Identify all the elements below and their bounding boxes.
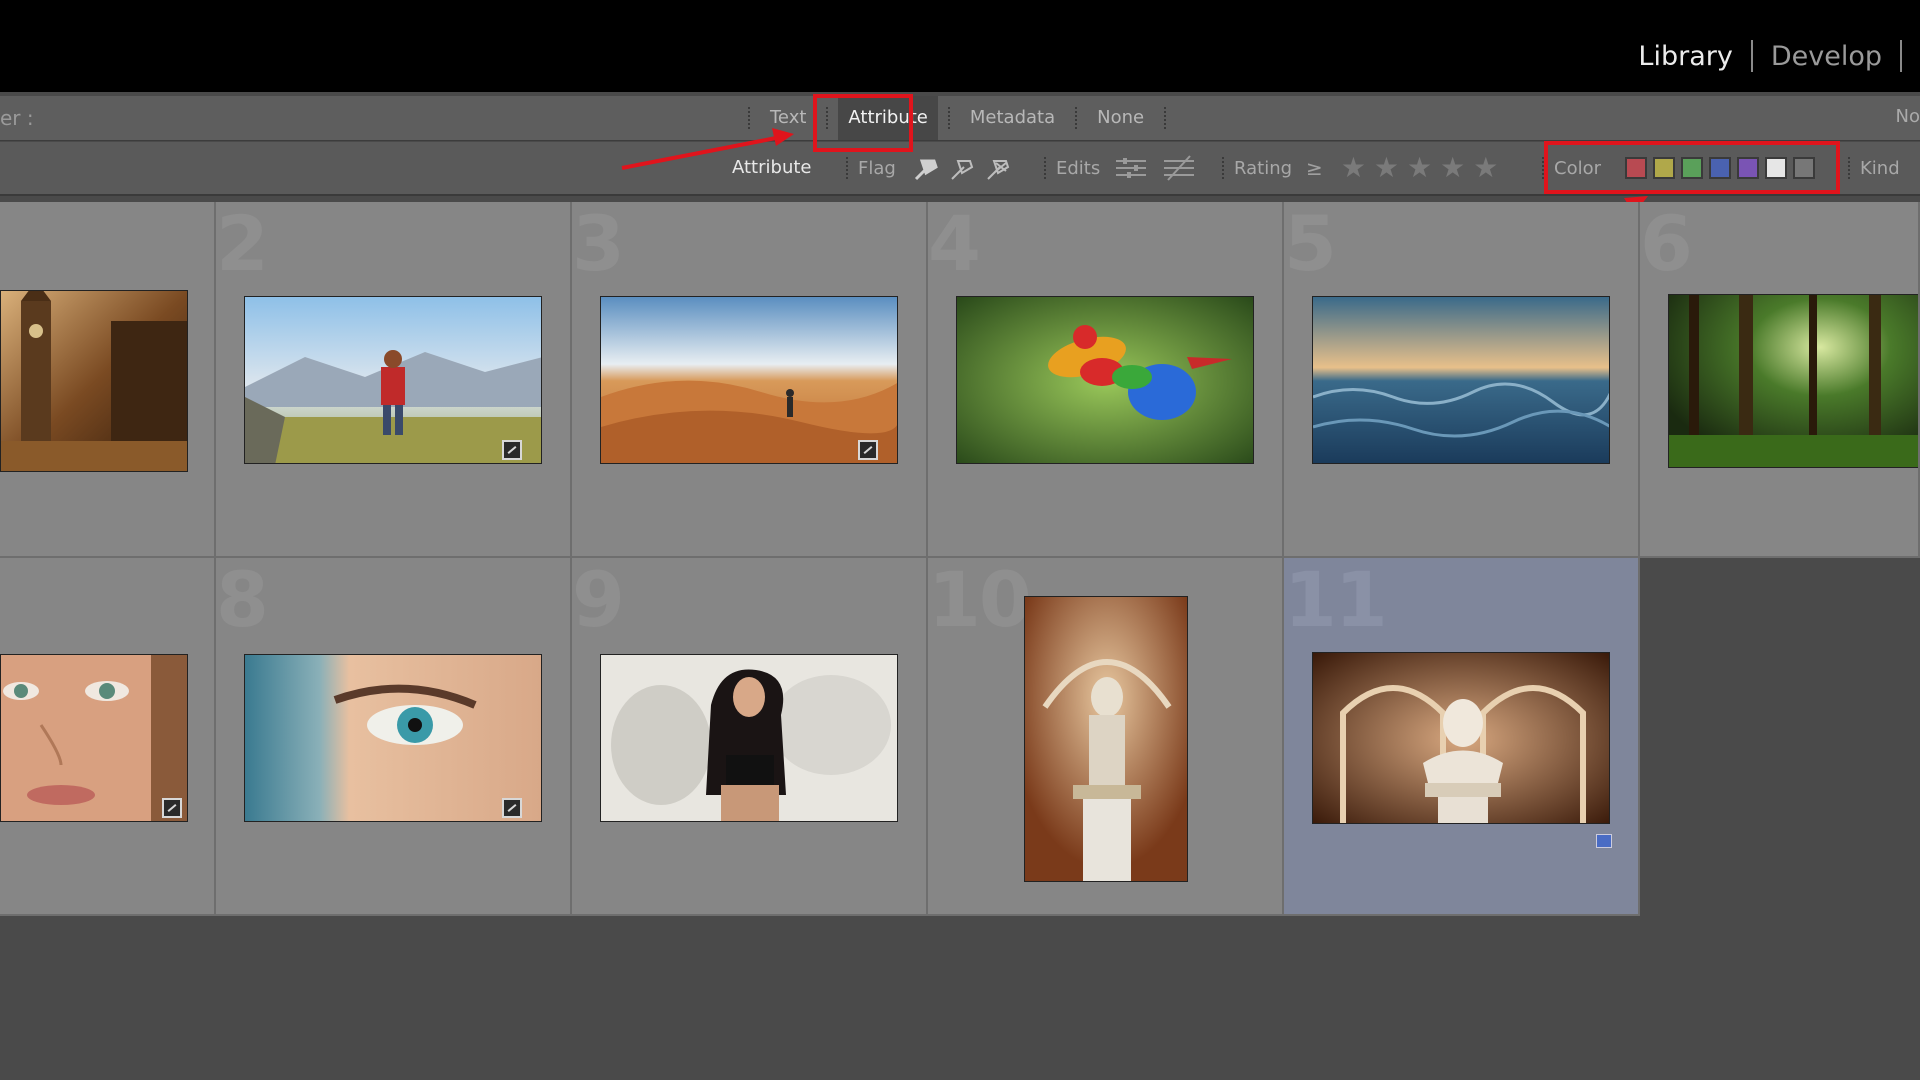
edited-badge-icon (162, 798, 182, 818)
library-filter-bar: er : Text Attribute Metadata None No (0, 96, 1920, 141)
statue-fresco-photo (1025, 597, 1187, 881)
photo-thumbnail[interactable] (600, 654, 898, 822)
star-icon[interactable]: ★ (1341, 154, 1366, 182)
cell-number: 3 (572, 202, 625, 288)
edits-segment: Edits (1034, 142, 1210, 194)
cell-number: 6 (1640, 202, 1693, 288)
attribute-label: Attribute (732, 157, 812, 178)
photo-thumbnail[interactable] (1668, 294, 1918, 468)
photo-thumbnail[interactable] (1312, 296, 1610, 464)
edited-icon[interactable] (1114, 154, 1148, 182)
divider (947, 107, 950, 129)
photo-thumbnail[interactable] (1312, 652, 1610, 824)
bust-statue-photo (1313, 653, 1609, 823)
highlight-box (813, 94, 913, 152)
photo-thumbnail[interactable] (600, 296, 898, 464)
ocean-sunset-photo (1313, 297, 1609, 463)
eye-closeup-photo (245, 655, 541, 821)
divider (1164, 107, 1167, 129)
filter-tab-metadata[interactable]: Metadata (960, 96, 1065, 140)
photo-thumbnail[interactable] (956, 296, 1254, 464)
filter-tabs: Text Attribute Metadata None (738, 96, 1176, 140)
child-mountains-photo (245, 297, 541, 463)
desert-walker-photo (601, 297, 897, 463)
module-develop[interactable]: Develop (1753, 41, 1900, 72)
edited-badge-icon (502, 798, 522, 818)
photo-thumbnail[interactable] (0, 654, 188, 822)
cell-number: 5 (1284, 202, 1337, 288)
grid-cell[interactable]: 9 (572, 558, 928, 916)
grid-cell-selected[interactable]: 11 (1284, 558, 1640, 916)
empty-grid-area (0, 916, 1920, 1080)
forest-photo (1669, 295, 1918, 467)
cell-number: 4 (928, 202, 981, 288)
grid-cell[interactable] (0, 202, 216, 558)
photo-thumbnail[interactable] (244, 654, 542, 822)
filter-preset-label[interactable]: No (1896, 106, 1920, 127)
star-icon[interactable]: ★ (1407, 154, 1432, 182)
photo-grid: 2 3 4 5 6 8 9 10 11 (0, 202, 1920, 916)
divider (748, 107, 750, 129)
grid-cell[interactable] (0, 558, 216, 916)
rating-operator[interactable]: ≥ (1306, 156, 1323, 180)
module-divider (1900, 40, 1902, 72)
cell-number: 8 (216, 558, 269, 644)
filter-tab-text[interactable]: Text (760, 96, 816, 140)
grid-cell[interactable]: 6 (1640, 202, 1920, 558)
filter-label: er : (0, 106, 34, 130)
woman-face-photo (1, 655, 187, 821)
flagged-icon[interactable] (910, 153, 940, 183)
macaw-photo (957, 297, 1253, 463)
cell-number: 10 (928, 558, 1032, 644)
rating-label: Rating (1234, 157, 1293, 179)
kind-segment: Kind (1838, 142, 1914, 194)
kind-label: Kind (1860, 157, 1900, 179)
cell-number: 11 (1284, 558, 1388, 644)
divider (1044, 157, 1046, 179)
rating-segment: Rating ≥ ★ ★ ★ ★ ★ (1212, 142, 1506, 194)
star-icon[interactable]: ★ (1473, 154, 1498, 182)
grid-cell[interactable]: 3 (572, 202, 928, 558)
photo-thumbnail[interactable] (1024, 596, 1188, 882)
cathedral-street-photo (1, 291, 187, 471)
photo-thumbnail[interactable] (244, 296, 542, 464)
cell-number: 2 (216, 202, 269, 288)
unedited-icon[interactable] (1162, 154, 1196, 182)
rejected-icon[interactable] (982, 153, 1012, 183)
divider (1075, 107, 1078, 129)
highlight-box (1544, 141, 1840, 194)
color-label-blue-icon (1596, 834, 1612, 848)
star-icon[interactable]: ★ (1374, 154, 1399, 182)
grid-cell[interactable]: 2 (216, 202, 572, 558)
grid-cell[interactable]: 4 (928, 202, 1284, 558)
flag-label: Flag (858, 157, 896, 179)
grid-cell[interactable]: 8 (216, 558, 572, 916)
filter-tab-none[interactable]: None (1087, 96, 1154, 140)
divider (846, 157, 848, 179)
grid-cell[interactable]: 5 (1284, 202, 1640, 558)
cell-number: 9 (572, 558, 625, 644)
edited-badge-icon (858, 440, 878, 460)
star-icon[interactable]: ★ (1440, 154, 1465, 182)
grid-cell[interactable]: 10 (928, 558, 1284, 916)
divider (1222, 157, 1224, 179)
divider (1848, 157, 1850, 179)
edited-badge-icon (502, 440, 522, 460)
woman-portrait-photo (601, 655, 897, 821)
module-picker: Library Develop (1620, 36, 1902, 76)
module-bar: Library Develop (0, 0, 1920, 92)
module-library[interactable]: Library (1620, 41, 1750, 72)
unflagged-icon[interactable] (946, 153, 976, 183)
edits-label: Edits (1056, 157, 1101, 179)
photo-thumbnail[interactable] (0, 290, 188, 472)
